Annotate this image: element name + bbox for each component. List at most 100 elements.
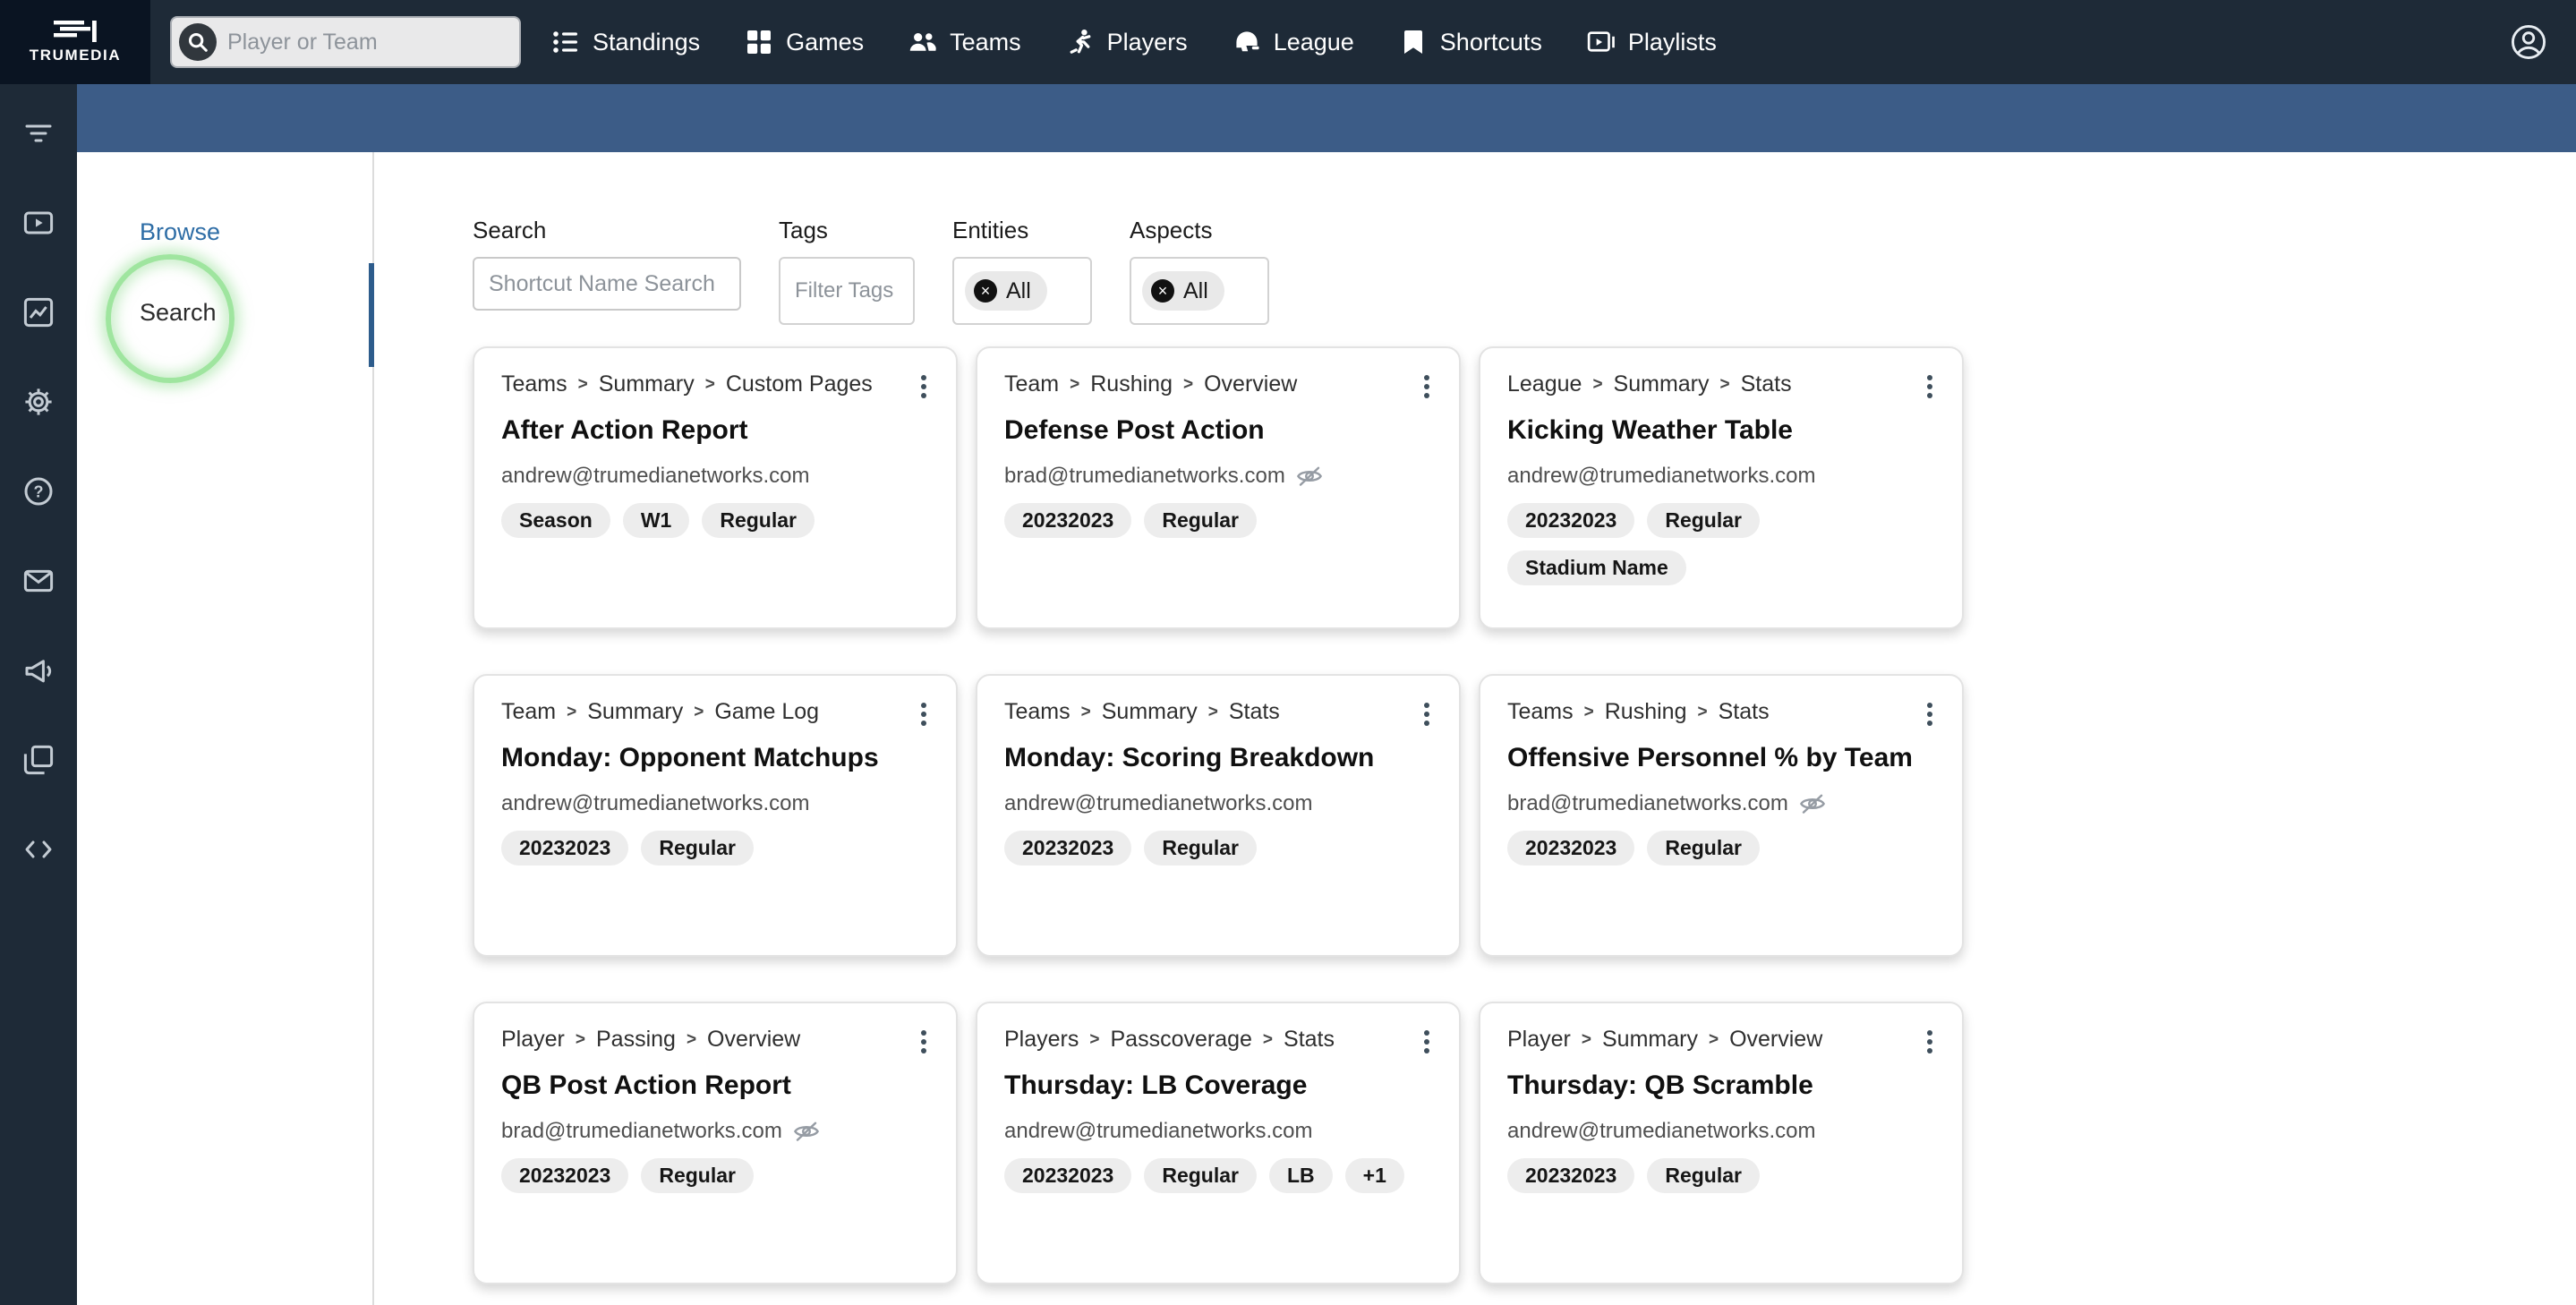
gear-icon[interactable] — [23, 387, 54, 417]
breadcrumb-segment: Rushing — [1090, 371, 1173, 397]
breadcrumb-segment: Overview — [1204, 371, 1297, 397]
breadcrumb-segment: Players — [1004, 1027, 1079, 1053]
mail-icon[interactable] — [23, 566, 54, 596]
trumedia-logo[interactable]: TRUMEDIA — [0, 0, 150, 84]
nav-label: Teams — [950, 29, 1021, 56]
card-breadcrumb: Players>Passcoverage>Stats — [1004, 1027, 1432, 1053]
shortcut-card[interactable]: Team>Summary>Game Log Monday: Opponent M… — [473, 674, 958, 957]
tag-pill: W1 — [623, 503, 690, 538]
nav-standings[interactable]: Standings — [551, 28, 700, 56]
card-menu-button[interactable] — [908, 695, 940, 733]
filter-icon[interactable] — [23, 118, 54, 149]
filter-tags-group: Tags — [779, 217, 915, 325]
panel-item-browse[interactable]: Browse — [140, 218, 220, 246]
help-icon[interactable]: ? — [23, 476, 54, 507]
tag-pill: Regular — [702, 503, 815, 538]
tag-pill: Regular — [1144, 1158, 1257, 1193]
nav-shortcuts[interactable]: Shortcuts — [1399, 28, 1542, 56]
breadcrumb-segment: Teams — [1004, 699, 1070, 725]
page-banner — [77, 84, 2576, 152]
card-title: Defense Post Action — [1004, 414, 1432, 448]
video-icon[interactable] — [23, 208, 54, 238]
card-owner-email: brad@trumedianetworks.com — [501, 1119, 782, 1144]
card-owner-row: andrew@trumedianetworks.com — [1004, 791, 1432, 816]
active-item-indicator — [369, 263, 374, 367]
charts-icon[interactable] — [23, 297, 54, 328]
tag-pill: Regular — [1647, 503, 1760, 538]
nav-teams[interactable]: Teams — [908, 28, 1021, 56]
breadcrumb-segment: Team — [1004, 371, 1059, 397]
megaphone-icon[interactable] — [23, 655, 54, 686]
library-icon[interactable] — [23, 745, 54, 775]
card-menu-button[interactable] — [1411, 368, 1443, 405]
card-title: Monday: Scoring Breakdown — [1004, 741, 1432, 775]
card-menu-button[interactable] — [908, 368, 940, 405]
nav-games[interactable]: Games — [745, 28, 864, 56]
shortcut-card[interactable]: Teams>Rushing>Stats Offensive Personnel … — [1479, 674, 1964, 957]
remove-entities-filter-icon[interactable]: × — [974, 279, 997, 303]
remove-aspects-filter-icon[interactable]: × — [1151, 279, 1174, 303]
shortcut-card[interactable]: Team>Rushing>Overview Defense Post Actio… — [976, 346, 1461, 629]
shortcut-card[interactable]: Teams>Summary>Custom Pages After Action … — [473, 346, 958, 629]
card-menu-button[interactable] — [1914, 368, 1946, 405]
shortcut-name-search-input[interactable] — [473, 257, 741, 311]
card-menu-button[interactable] — [1411, 1023, 1443, 1061]
card-owner-email: andrew@trumedianetworks.com — [501, 464, 810, 489]
card-breadcrumb: Teams>Summary>Stats — [1004, 699, 1432, 725]
card-tags: 20232023RegularLB+1 — [1004, 1158, 1432, 1193]
nav-playlists[interactable]: Playlists — [1587, 28, 1717, 56]
filter-tags-label: Tags — [779, 217, 915, 244]
card-owner-row: brad@trumedianetworks.com — [1507, 791, 1935, 816]
breadcrumb-segment: Game Log — [714, 699, 819, 725]
card-tags: 20232023RegularStadium Name — [1507, 503, 1935, 585]
entities-select[interactable]: × All — [952, 257, 1092, 325]
breadcrumb-separator-icon: > — [1720, 375, 1730, 395]
hidden-icon — [1799, 793, 1826, 815]
filter-tags-input[interactable] — [779, 257, 915, 325]
account-button[interactable] — [2510, 23, 2547, 61]
card-menu-button[interactable] — [1411, 695, 1443, 733]
svg-text:?: ? — [34, 482, 44, 500]
card-menu-button[interactable] — [1914, 695, 1946, 733]
nav-players[interactable]: Players — [1066, 28, 1188, 56]
breadcrumb-separator-icon: > — [1582, 1030, 1591, 1050]
shortcut-card[interactable]: Players>Passcoverage>Stats Thursday: LB … — [976, 1002, 1461, 1284]
card-breadcrumb: Player>Summary>Overview — [1507, 1027, 1935, 1053]
global-search-box — [170, 16, 521, 68]
card-owner-row: andrew@trumedianetworks.com — [1004, 1119, 1432, 1144]
shortcut-card[interactable]: Player>Summary>Overview Thursday: QB Scr… — [1479, 1002, 1964, 1284]
card-tags: 20232023Regular — [1004, 503, 1432, 538]
shortcut-card[interactable]: Player>Passing>Overview QB Post Action R… — [473, 1002, 958, 1284]
card-owner-row: andrew@trumedianetworks.com — [1507, 464, 1935, 489]
nav-label: Playlists — [1628, 29, 1717, 56]
shortcut-card[interactable]: Teams>Summary>Stats Monday: Scoring Brea… — [976, 674, 1461, 957]
tag-pill: 20232023 — [501, 1158, 628, 1193]
breadcrumb-separator-icon: > — [694, 703, 704, 722]
league-icon — [1233, 28, 1261, 56]
tag-pill: Regular — [1647, 1158, 1760, 1193]
shortcut-card[interactable]: League>Summary>Stats Kicking Weather Tab… — [1479, 346, 1964, 629]
aspects-select[interactable]: × All — [1130, 257, 1269, 325]
nav-label: Players — [1107, 29, 1188, 56]
nav-league[interactable]: League — [1233, 28, 1354, 56]
code-icon[interactable] — [23, 834, 54, 865]
nav-label: Shortcuts — [1440, 29, 1542, 56]
breadcrumb-segment: Stats — [1741, 371, 1792, 397]
top-navigation-bar: TRUMEDIA Standings Games — [0, 0, 2576, 84]
games-icon — [745, 28, 773, 56]
tag-pill: 20232023 — [501, 831, 628, 866]
panel-item-search[interactable]: Search — [140, 299, 217, 327]
breadcrumb-segment: Overview — [1729, 1027, 1822, 1053]
card-menu-button[interactable] — [908, 1023, 940, 1061]
global-search-input[interactable] — [227, 30, 505, 55]
card-breadcrumb: Team>Summary>Game Log — [501, 699, 929, 725]
primary-nav: Standings Games Teams Players — [551, 28, 1717, 56]
trumedia-logo-icon — [48, 20, 102, 43]
card-menu-button[interactable] — [1914, 1023, 1946, 1061]
card-owner-email: andrew@trumedianetworks.com — [1004, 1119, 1313, 1144]
tag-pill: Season — [501, 503, 610, 538]
filter-search-label: Search — [473, 217, 741, 244]
playlists-icon — [1587, 28, 1616, 56]
card-tags: 20232023Regular — [501, 1158, 929, 1193]
breadcrumb-separator-icon: > — [705, 375, 715, 395]
